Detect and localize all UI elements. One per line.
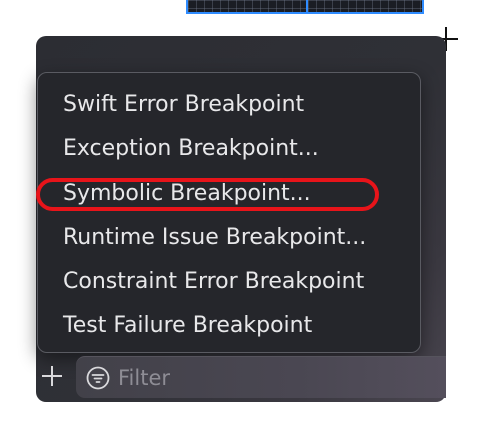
filter-field[interactable]: Filter [76,356,446,398]
thumbnail-divider [306,0,308,12]
grid-pattern [188,0,422,12]
screen: Swift Error Breakpoint Exception Breakpo… [0,0,482,438]
menu-item-test-failure-breakpoint[interactable]: Test Failure Breakpoint [63,306,312,346]
plus-icon[interactable] [40,364,64,388]
menu-item-constraint-error-breakpoint[interactable]: Constraint Error Breakpoint [63,262,364,302]
filter-placeholder: Filter [118,366,171,390]
canvas-thumbnail [186,0,424,14]
add-breakpoint-menu: Swift Error Breakpoint Exception Breakpo… [37,72,421,353]
highlight-annotation-ring [36,178,379,211]
menu-item-runtime-issue-breakpoint[interactable]: Runtime Issue Breakpoint... [63,218,366,258]
menu-item-exception-breakpoint[interactable]: Exception Breakpoint... [63,129,319,169]
menu-item-swift-error-breakpoint[interactable]: Swift Error Breakpoint [63,85,304,125]
filter-icon [86,366,110,390]
